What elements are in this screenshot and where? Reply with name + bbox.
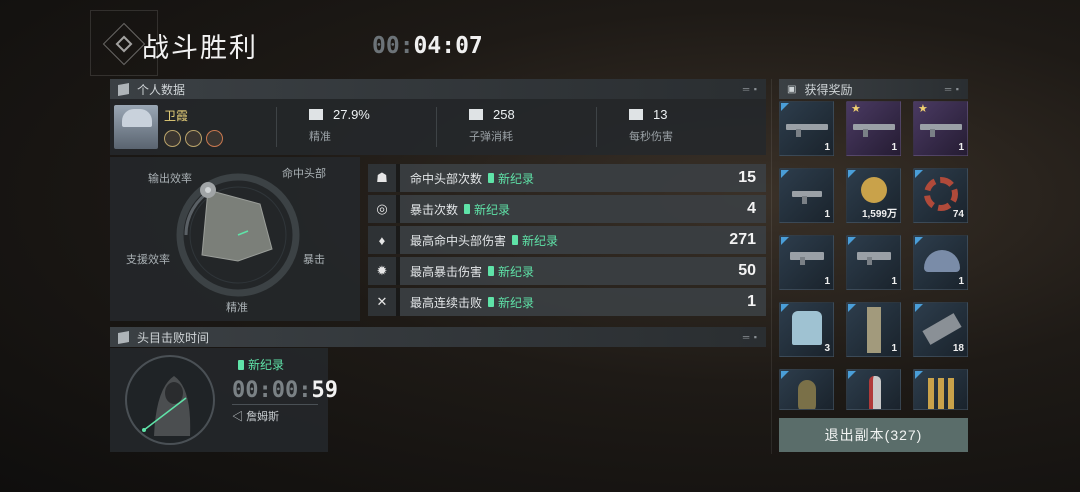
avatar [114, 105, 158, 149]
headshot-icon: ☗ [368, 164, 396, 192]
stat-accuracy: 27.9% 精准 [276, 107, 436, 147]
radar-label: 精准 [226, 301, 248, 314]
reward-item-gear[interactable]: 74 [913, 168, 968, 223]
crosshair-icon [309, 109, 323, 120]
battle-timer: 00:04:07 [372, 33, 483, 59]
player-stats-strip: 卫霞 27.9% 精准 258 子弹消耗 13 每秒伤害 [110, 99, 766, 155]
stat-ammo: 258 子弹消耗 [436, 107, 596, 147]
rank-badge-icon [185, 130, 202, 147]
panel-tools-icon: ═ ▪ [742, 84, 758, 94]
reward-item-rifle[interactable]: ★ 1 [846, 101, 901, 156]
crit-icon: ◎ [368, 195, 396, 223]
record-row: ☗ 命中头部次数 新纪录 15 [368, 164, 766, 192]
star-icon: ★ [918, 103, 928, 115]
record-row: ◎ 暴击次数 新纪录 4 [368, 195, 766, 223]
boss-portrait [125, 355, 215, 445]
reward-item-rank-badge[interactable]: 1,599万 [846, 168, 901, 223]
cube-icon [118, 82, 129, 96]
reward-item-smg[interactable]: 1 [779, 168, 834, 223]
swords-icon: ✕ [368, 288, 396, 316]
reward-item-hat[interactable]: 1 [913, 235, 968, 290]
reward-item-shirt[interactable]: 3 [779, 302, 834, 357]
reward-item-pistol[interactable]: 1 [846, 235, 901, 290]
boss-time-panel: 新纪录 00:00:59 ◁ 詹姆斯 [110, 348, 338, 452]
reward-item-grenade[interactable] [779, 369, 834, 410]
record-row: ✕ 最高连续击败 新纪录 1 [368, 288, 766, 316]
boss-marker-icon: ◁ [232, 411, 247, 423]
boss-name: ◁ 詹姆斯 [232, 411, 280, 423]
page-title: 战斗胜利 [142, 33, 258, 63]
radar-label: 暴击 [303, 253, 325, 266]
boss-time-header: 头目击败时间 ═ ▪ [110, 327, 766, 347]
new-record-tag: 新纪录 [238, 356, 284, 373]
panel-tools-icon: ═ ▪ [944, 84, 960, 94]
reward-item-spray[interactable] [846, 369, 901, 410]
radar-chart: 输出效率 命中头部 暴击 精准 支援效率 [126, 166, 326, 314]
reward-item-pistol[interactable]: 1 [779, 235, 834, 290]
player-badges [164, 130, 276, 147]
flame-icon: ♦ [368, 226, 396, 254]
reward-item-metal[interactable]: 18 [913, 302, 968, 357]
fire-icon: ✹ [368, 257, 396, 285]
panel-tools-icon: ═ ▪ [742, 332, 758, 342]
radar-label: 输出效率 [148, 171, 192, 185]
stat-dps: 13 每秒伤害 [596, 107, 756, 147]
record-row: ✹ 最高暴击伤害 新纪录 50 [368, 257, 766, 285]
boss-kill-time: 00:00:59 [232, 378, 338, 403]
reward-item-pants[interactable]: 1 [846, 302, 901, 357]
player-name: 卫霞 [164, 109, 189, 123]
rewards-header: ▣ 获得奖励 ═ ▪ [779, 79, 968, 99]
reward-item-bullets[interactable] [913, 369, 968, 410]
reward-item-rifle[interactable]: 1 [779, 101, 834, 156]
exit-dungeon-button[interactable]: 退出副本(327) [779, 418, 968, 452]
ammo-icon [469, 109, 483, 120]
title-badge-icon [206, 130, 223, 147]
star-icon: ★ [851, 103, 861, 115]
rank-badge-icon [164, 130, 181, 147]
personal-data-header: 个人数据 ═ ▪ [110, 79, 766, 99]
arrow-icon [629, 109, 643, 120]
chest-icon: ▣ [787, 83, 797, 95]
reward-item-rifle[interactable]: ★ 1 [913, 101, 968, 156]
radar-label: 命中头部 [282, 166, 326, 180]
cube-icon [118, 330, 129, 344]
radar-label: 支援效率 [126, 252, 170, 266]
radar-chart-panel: 输出效率 命中头部 暴击 精准 支援效率 [110, 157, 360, 321]
record-row: ♦ 最高命中头部伤害 新纪录 271 [368, 226, 766, 254]
